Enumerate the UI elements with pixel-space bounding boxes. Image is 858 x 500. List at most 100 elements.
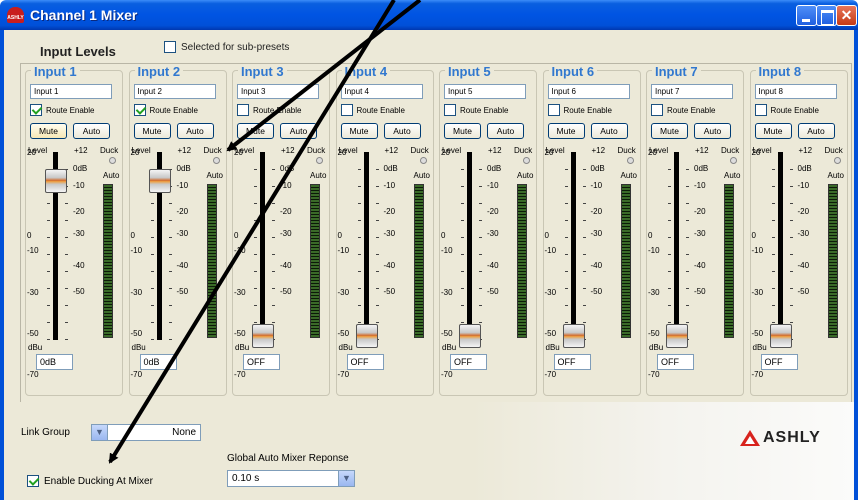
title-bar[interactable]: ASHLY Channel 1 Mixer ✕ bbox=[0, 0, 858, 30]
auto-button[interactable]: Auto bbox=[590, 123, 628, 139]
fader-value-input[interactable]: OFF bbox=[450, 354, 487, 370]
fader-db-label: 0dB bbox=[383, 164, 398, 173]
auto-button[interactable]: Auto bbox=[694, 123, 731, 139]
auto-button[interactable]: Auto bbox=[73, 123, 110, 139]
fader-db-label: 0dB bbox=[797, 164, 812, 173]
auto-button[interactable]: Auto bbox=[176, 123, 214, 139]
mute-button[interactable]: Mute bbox=[340, 123, 378, 139]
route-enable-checkbox[interactable] bbox=[651, 104, 663, 116]
route-enable-option[interactable]: Route Enable bbox=[651, 104, 715, 116]
route-enable-checkbox[interactable] bbox=[237, 104, 249, 116]
route-enable-checkbox[interactable] bbox=[547, 104, 560, 116]
fader-db-label: -50 bbox=[280, 287, 292, 296]
channel-name-input[interactable]: Input 2 bbox=[133, 84, 216, 99]
route-enable-option[interactable]: Route Enable bbox=[30, 104, 94, 116]
fader-track[interactable] bbox=[777, 152, 783, 340]
chevron-down-icon[interactable]: ▼ bbox=[92, 425, 108, 440]
fader-tick bbox=[461, 220, 464, 221]
fader-tick bbox=[375, 305, 379, 306]
fader-value-input[interactable]: OFF bbox=[657, 354, 694, 370]
route-enable-option[interactable]: Route Enable bbox=[133, 104, 198, 116]
route-enable-option[interactable]: Route Enable bbox=[547, 104, 612, 116]
close-button[interactable]: ✕ bbox=[836, 5, 857, 26]
auto-button[interactable]: Auto bbox=[383, 123, 421, 139]
route-enable-checkbox[interactable] bbox=[340, 104, 353, 116]
route-enable-option[interactable]: Route Enable bbox=[754, 104, 819, 116]
fader-track[interactable] bbox=[674, 152, 679, 340]
fader-tick bbox=[479, 237, 482, 238]
route-enable-checkbox[interactable] bbox=[133, 104, 146, 116]
fader-knob[interactable] bbox=[355, 324, 378, 348]
global-auto-mixer-dropdown[interactable]: 0.10 s ▼ bbox=[227, 470, 355, 487]
channel-name-input[interactable]: Input 7 bbox=[651, 84, 733, 99]
auto-button[interactable]: Auto bbox=[487, 123, 524, 139]
fader-tick bbox=[564, 203, 568, 204]
fader-knob[interactable] bbox=[562, 324, 585, 348]
maximize-button[interactable] bbox=[816, 5, 837, 26]
fader-scale-label: -30 bbox=[648, 288, 660, 297]
fader-tick bbox=[375, 237, 379, 238]
fader-tick bbox=[686, 305, 689, 306]
fader-tick bbox=[686, 220, 689, 221]
channel-name-input[interactable]: Input 4 bbox=[340, 84, 423, 99]
mute-button[interactable]: Mute bbox=[651, 123, 688, 139]
fader-value-input[interactable]: OFF bbox=[760, 354, 798, 370]
route-enable-option[interactable]: Route Enable bbox=[340, 104, 405, 116]
route-enable-option[interactable]: Route Enable bbox=[444, 104, 508, 116]
mute-button[interactable]: Mute bbox=[754, 123, 792, 139]
fader-value-input[interactable]: OFF bbox=[346, 354, 384, 370]
dbu-label: dBu bbox=[442, 343, 457, 352]
fader-knob[interactable] bbox=[148, 169, 171, 193]
route-enable-label: Route Enable bbox=[460, 105, 509, 115]
fader-value-input[interactable]: 0dB bbox=[36, 354, 73, 370]
sub-presets-option[interactable]: Selected for sub-presets bbox=[164, 41, 289, 53]
fader-tick bbox=[582, 203, 586, 204]
mute-button[interactable]: Mute bbox=[444, 123, 481, 139]
duck-label: Duck bbox=[721, 146, 740, 155]
fader-tick bbox=[150, 271, 154, 272]
fader-tick bbox=[461, 186, 464, 187]
fader-db-label: -30 bbox=[383, 229, 396, 238]
enable-ducking-checkbox[interactable] bbox=[27, 475, 39, 487]
fader-tick bbox=[686, 322, 689, 323]
auto-button[interactable]: Auto bbox=[280, 123, 317, 139]
channel-name-input[interactable]: Input 6 bbox=[547, 84, 630, 99]
chevron-down-icon[interactable]: ▼ bbox=[338, 471, 354, 486]
fader-db-label: -30 bbox=[73, 229, 85, 238]
fader-knob[interactable] bbox=[252, 324, 274, 348]
minimize-button[interactable] bbox=[796, 5, 817, 26]
fader-value-input[interactable]: OFF bbox=[243, 354, 280, 370]
route-enable-checkbox[interactable] bbox=[444, 104, 456, 116]
fader-db-label: -30 bbox=[487, 229, 499, 238]
route-enable-checkbox[interactable] bbox=[754, 104, 767, 116]
channel-name-input[interactable]: Input 1 bbox=[30, 84, 112, 99]
fader-track[interactable] bbox=[467, 152, 472, 340]
link-group-dropdown[interactable]: ▼ None bbox=[91, 424, 201, 441]
route-enable-checkbox[interactable] bbox=[30, 104, 42, 116]
mute-button[interactable]: Mute bbox=[30, 123, 67, 139]
fader-track[interactable] bbox=[363, 152, 369, 340]
auto-button[interactable]: Auto bbox=[797, 123, 835, 139]
auto-meter-label: Auto bbox=[206, 171, 223, 180]
channel-name-input[interactable]: Input 3 bbox=[237, 84, 319, 99]
channel-name-input[interactable]: Input 8 bbox=[754, 84, 837, 99]
channel-name-input[interactable]: Input 5 bbox=[444, 84, 526, 99]
fader-knob[interactable] bbox=[666, 324, 688, 348]
fader-knob[interactable] bbox=[459, 324, 481, 348]
fader-track[interactable] bbox=[570, 152, 576, 340]
fader-tick bbox=[771, 186, 775, 187]
route-enable-option[interactable]: Route Enable bbox=[237, 104, 301, 116]
fader-track[interactable] bbox=[260, 152, 265, 340]
ashly-logo: ASHLY bbox=[739, 428, 851, 448]
fader-knob[interactable] bbox=[45, 169, 67, 193]
fader-value-input[interactable]: OFF bbox=[553, 354, 591, 370]
mute-button[interactable]: Mute bbox=[237, 123, 274, 139]
fader-value-input[interactable]: 0dB bbox=[139, 354, 177, 370]
mute-button[interactable]: Mute bbox=[133, 123, 171, 139]
sub-presets-checkbox[interactable] bbox=[164, 41, 176, 53]
enable-ducking-option[interactable]: Enable Ducking At Mixer bbox=[27, 475, 153, 487]
fader-knob[interactable] bbox=[769, 324, 792, 348]
fader-tick bbox=[357, 220, 361, 221]
mute-button[interactable]: Mute bbox=[547, 123, 585, 139]
fader-tick bbox=[461, 322, 464, 323]
